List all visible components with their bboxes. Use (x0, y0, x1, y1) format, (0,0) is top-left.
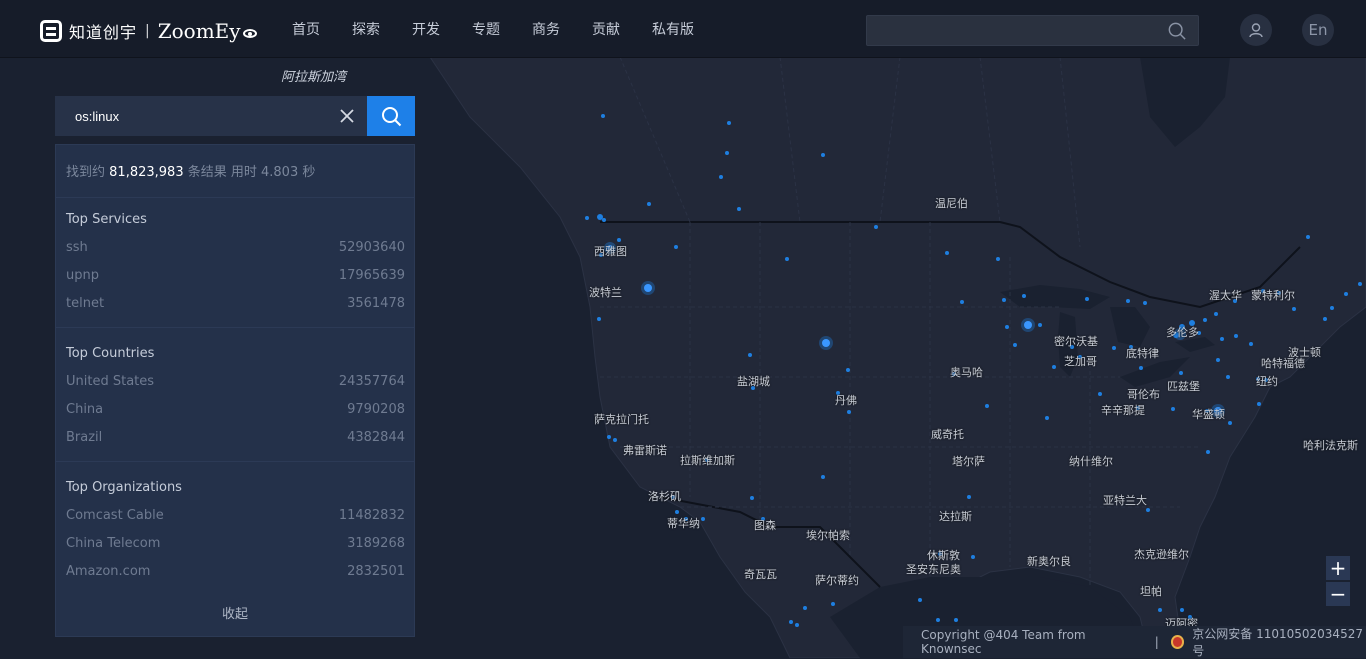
main-nav: 首页 探索 开发 专题 商务 贡献 私有版 (292, 0, 726, 57)
city-label: 多伦多 (1166, 326, 1199, 339)
user-icon (1249, 22, 1263, 37)
logo-text-en: ZoomEy (157, 19, 241, 43)
zoom-out-button[interactable]: − (1326, 582, 1350, 606)
section-title: Top Countries (66, 346, 155, 361)
nav-contribute[interactable]: 贡献 (592, 19, 620, 39)
eye-icon (242, 28, 257, 38)
stats-panel: 找到约 81,823,983 条结果 用时 4.803 秒 Top Servic… (55, 144, 415, 637)
close-icon[interactable] (337, 106, 357, 126)
logo-separator: | (145, 23, 150, 39)
city-label: 坦帕 (1140, 585, 1162, 598)
city-label: 达拉斯 (939, 510, 972, 523)
city-label: 奥马哈 (950, 366, 983, 379)
logo-icon (40, 20, 62, 42)
city-label: 图森 (754, 519, 776, 532)
city-label: 塔尔萨 (952, 455, 985, 468)
city-label: 底特律 (1126, 347, 1159, 360)
footer-separator: | (1154, 635, 1159, 649)
nav-topics[interactable]: 专题 (472, 19, 500, 39)
footer: Copyright @404 Team from Knownsec | 京公网安… (903, 626, 1366, 658)
search-icon (381, 106, 401, 126)
city-label: 亚特兰大 (1103, 494, 1147, 507)
city-label: 拉斯维加斯 (680, 454, 735, 467)
nav-develop[interactable]: 开发 (412, 19, 440, 39)
user-button[interactable] (1240, 14, 1272, 46)
police-badge-icon (1170, 635, 1185, 649)
top-services-section: Top Services ssh 52903640 upnp 17965639 te… (56, 197, 414, 327)
city-label: 奇瓦瓦 (744, 568, 777, 581)
result-count: 81,823,983 (109, 165, 184, 180)
city-label: 埃尔帕索 (806, 529, 850, 542)
collapse-button[interactable]: 收起 (56, 603, 414, 622)
header-search (866, 15, 1199, 46)
city-label: 西雅图 (594, 245, 627, 258)
sea-label: 阿拉斯加湾 (281, 70, 347, 85)
search-icon[interactable] (1168, 22, 1186, 40)
city-label: 渥太华 (1209, 289, 1242, 302)
nav-business[interactable]: 商务 (532, 19, 560, 39)
city-label: 哈特福德 (1261, 357, 1305, 370)
city-label: 萨克拉门托 (594, 413, 649, 426)
copyright-text: Copyright @404 Team from Knownsec (921, 628, 1086, 656)
zoom-in-button[interactable]: + (1326, 556, 1350, 580)
city-label: 纳什维尔 (1069, 455, 1113, 468)
city-label: 威奇托 (931, 428, 964, 441)
result-summary: 找到约 81,823,983 条结果 用时 4.803 秒 (66, 165, 316, 180)
section-title: Top Organizations (66, 480, 182, 495)
icp-link[interactable]: 京公网安备 11010502034527号 (1192, 625, 1366, 659)
city-label: 萨尔蒂约 (815, 574, 859, 587)
header-search-input[interactable] (867, 16, 1177, 45)
city-label: 蒙特利尔 (1251, 289, 1295, 302)
city-label: 盐湖城 (737, 375, 770, 388)
logo-text-cn: 知道创宇 (69, 23, 138, 42)
top-navbar: 知道创宇 | ZoomEy 首页 探索 开发 专题 商务 贡献 私有版 En (0, 0, 1366, 58)
city-label: 温尼伯 (935, 197, 968, 210)
city-label: 蒂华纳 (667, 517, 700, 530)
logo[interactable]: 知道创宇 | ZoomEy (40, 18, 257, 44)
city-label: 芝加哥 (1064, 355, 1097, 368)
city-label: 纽约 (1256, 375, 1278, 388)
city-label: 波特兰 (589, 286, 622, 299)
query-input[interactable] (55, 96, 325, 136)
query-box (55, 96, 367, 136)
top-countries-section: Top Countries United States 24357764 Chin… (56, 327, 414, 461)
city-label: 华盛顿 (1192, 408, 1225, 421)
section-title: Top Services (66, 212, 147, 227)
city-label: 辛辛那提 (1101, 404, 1145, 417)
city-label: 丹佛 (835, 394, 857, 407)
nav-explore[interactable]: 探索 (352, 19, 380, 39)
city-label: 哥伦布 (1127, 388, 1160, 401)
nav-home[interactable]: 首页 (292, 19, 320, 39)
city-label: 密尔沃基 (1054, 335, 1098, 348)
search-button[interactable] (367, 96, 415, 136)
city-label: 新奥尔良 (1027, 555, 1071, 568)
city-label: 弗雷斯诺 (623, 444, 667, 457)
top-organizations-section: Top Organizations Comcast Cable 11482832 … (56, 461, 414, 595)
city-label: 洛杉矶 (648, 490, 681, 503)
nav-private[interactable]: 私有版 (652, 19, 694, 39)
city-label: 匹兹堡 (1167, 380, 1200, 393)
language-button[interactable]: En (1302, 14, 1334, 46)
city-label: 杰克逊维尔 (1134, 548, 1189, 561)
city-label: 哈利法克斯 (1303, 439, 1358, 452)
city-label: 圣安东尼奥 (906, 563, 961, 576)
